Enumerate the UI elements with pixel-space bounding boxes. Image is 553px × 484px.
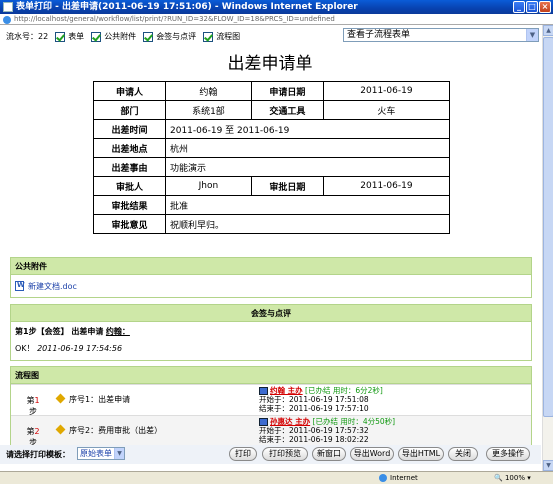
flow-step-name: 序号1：出差申请 [69,395,131,404]
flow-handler[interactable]: 约翰 主办 [270,386,303,395]
reason-value: 功能演示 [165,157,450,177]
handler-icon [259,387,268,395]
flowchart-header: 流程图 [11,367,531,384]
serial-number: 流水号：22 [6,32,49,41]
ie-app-icon [3,2,13,12]
review-header: 会签与点评 [11,305,531,322]
flow-status: [已办结 用时：6分2秒] [305,386,383,395]
handler-icon [259,418,268,426]
flow-start: 开始于：2011-06-19 17:57:32 [259,426,369,435]
attachments-header: 公共附件 [11,258,531,275]
attachments-checkbox-label: 公共附件 [104,32,137,41]
apply-date-label: 申请日期 [250,81,324,101]
flow-handler[interactable]: 孙惠达 主办 [270,417,310,426]
print-toolbar: 请选择打印模板： 原始表单 ▼ 打印 打印预览 新窗口 导出Word 导出HTM… [0,445,541,464]
new-window-button[interactable]: 新窗口 [312,447,346,461]
more-actions-button[interactable]: 更多操作 [486,447,530,461]
section-filter-row: 流水号：22 表单 公共附件 会签与点评 流程图 [6,31,240,42]
zoom-level[interactable]: 🔍 100% ▾ [494,472,531,484]
scroll-thumb[interactable] [543,37,553,417]
place-label: 出差地点 [93,138,166,158]
place-value: 杭州 [165,138,450,158]
globe-icon [379,474,387,482]
flow-step-row: 第2步 序号2：费用审批（出差） 孙惠达 主办 [已办结 用时：4分50秒] 开… [11,415,531,447]
review-user[interactable]: 约翰： [106,327,130,336]
security-zone: Internet [379,472,418,484]
review-comment: OK！ [15,344,35,353]
close-window-button[interactable]: × [539,1,551,13]
flow-start: 开始于：2011-06-19 17:51:08 [259,395,369,404]
ie-page-icon [3,16,11,24]
approver-label: 审批人 [93,176,166,196]
transport-value: 火车 [322,100,451,120]
subflow-select-value: 查看子流程表单 [347,30,411,40]
arrow-icon [55,393,66,404]
applicant-label: 申请人 [93,81,166,101]
flow-step-name: 序号2：费用审批（出差） [69,426,163,435]
flow-end: 结束于：2011-06-19 18:02:22 [259,435,369,444]
attachment-link[interactable]: 新建文档.doc [28,281,77,292]
address-url: http://localhost/general/workflow/list/p… [14,15,335,23]
form-title: 出差申请单 [227,54,313,74]
applicant-value: 约翰 [165,81,252,101]
status-bar: Internet 🔍 100% ▾ [0,471,553,484]
page-client: 流水号：22 表单 公共附件 会签与点评 流程图 查看子流程表单 ▼ 出差申请单… [0,25,553,471]
form-checkbox-label: 表单 [68,32,85,41]
export-html-button[interactable]: 导出HTML [398,447,444,461]
review-checkbox-label: 会签与点评 [156,32,197,41]
zoom-icon: 🔍 [494,474,503,482]
flow-end: 结束于：2011-06-19 17:57:10 [259,404,369,413]
template-select-value: 原始表单 [80,449,112,458]
review-time: 2011-06-19 17:54:56 [37,344,123,353]
time-label: 出差时间 [93,119,166,139]
transport-label: 交通工具 [250,100,324,120]
subflow-select[interactable]: 查看子流程表单 ▼ [343,28,539,42]
flowchart-checkbox[interactable] [203,31,214,42]
scroll-up-icon[interactable]: ▲ [543,25,553,36]
attachments-section: 公共附件 新建文档.doc [10,257,532,298]
result-label: 审批结果 [93,195,166,215]
close-button[interactable]: 关闭 [448,447,478,461]
attachments-checkbox[interactable] [91,31,102,42]
print-preview-button[interactable]: 打印预览 [262,447,308,461]
word-doc-icon [15,281,25,291]
chevron-down-icon[interactable]: ▼ [526,29,538,41]
reason-label: 出差事由 [93,157,166,177]
flowchart-section: 流程图 第1步 序号1：出差申请 约翰 主办 [已办结 用时：6分2秒] 开始于… [10,366,532,447]
vertical-scrollbar[interactable]: ▲ ▼ [542,25,553,471]
dept-value: 系统1部 [165,100,252,120]
approve-date-value: 2011-06-19 [322,176,451,196]
arrow-icon [55,424,66,435]
travel-form-table: 申请人 约翰 申请日期 2011-06-19 部门 系统1部 交通工具 火车 出… [93,81,451,234]
scroll-down-icon[interactable]: ▼ [543,460,553,471]
address-bar[interactable]: http://localhost/general/workflow/list/p… [0,14,553,25]
maximize-button[interactable]: □ [526,1,538,13]
approve-date-label: 审批日期 [250,176,324,196]
opinion-value: 祝顺利早归。 [165,214,450,234]
flow-status: [已办结 用时：4分50秒] [312,417,396,426]
minimize-button[interactable]: _ [513,1,525,13]
review-step: 第1步【会签】 出差申请 [15,327,104,336]
export-word-button[interactable]: 导出Word [350,447,394,461]
window-titlebar: 表单打印 - 出差申请(2011-06-19 17:51:06) - Windo… [0,0,553,14]
form-checkbox[interactable] [55,31,66,42]
chevron-down-icon[interactable]: ▼ [114,448,124,459]
template-select[interactable]: 原始表单 ▼ [77,447,125,460]
flowchart-checkbox-label: 流程图 [216,32,241,41]
review-section: 会签与点评 第1步【会签】 出差申请 约翰： OK！ 2011-06-19 17… [10,304,532,361]
print-button[interactable]: 打印 [229,447,257,461]
flow-step-number: 第1步 [26,396,40,416]
approver-value: Jhon [165,176,252,196]
window-title: 表单打印 - 出差申请(2011-06-19 17:51:06) - Windo… [16,2,358,12]
template-label: 请选择打印模板： [6,450,70,459]
apply-date-value: 2011-06-19 [322,81,451,101]
review-checkbox[interactable] [143,31,154,42]
result-value: 批准 [165,195,450,215]
flow-step-row: 第1步 序号1：出差申请 约翰 主办 [已办结 用时：6分2秒] 开始于：201… [11,384,531,416]
opinion-label: 审批意见 [93,214,166,234]
dept-label: 部门 [93,100,166,120]
time-value: 2011-06-19 至 2011-06-19 [165,119,450,139]
